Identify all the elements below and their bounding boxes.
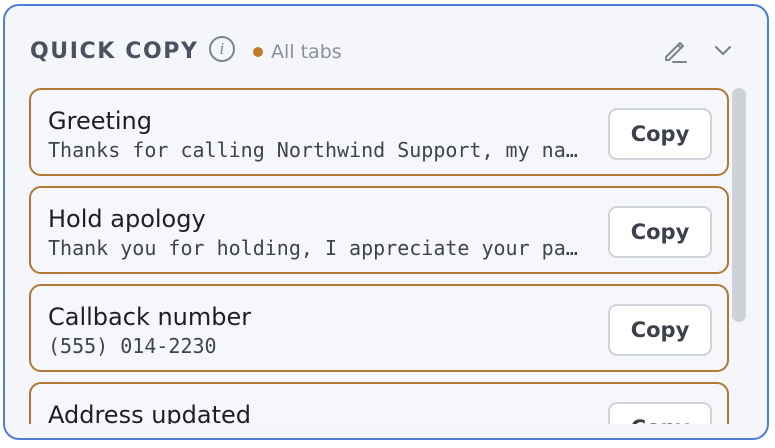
scope-indicator: All tabs — [253, 39, 342, 65]
snippet-preview: Thank you for holding, I appreciate your… — [48, 236, 586, 260]
scope-label: All tabs — [271, 41, 342, 63]
snippet-title: Hold apology — [48, 205, 206, 233]
snippet-item-greeting[interactable]: Greeting Thanks for calling Northwind Su… — [29, 88, 729, 176]
snippet-title: Greeting — [48, 107, 152, 135]
list-scrollbar[interactable] — [732, 88, 746, 322]
snippet-title: Callback number — [48, 303, 252, 331]
quick-copy-panel: QUICK COPY i All tabs Greeting Thanks fo… — [3, 4, 769, 440]
snippet-preview: (555) 014-2230 — [48, 334, 217, 358]
snippet-item-hold-apology[interactable]: Hold apology Thank you for holding, I ap… — [29, 186, 729, 274]
snippet-list: Greeting Thanks for calling Northwind Su… — [5, 88, 735, 424]
snippet-preview: Thanks for calling Northwind Support, my… — [48, 138, 586, 162]
copy-button[interactable]: Copy — [608, 304, 712, 356]
copy-button[interactable]: Copy — [608, 206, 712, 258]
copy-button[interactable]: Copy — [608, 402, 712, 424]
chevron-down-icon[interactable] — [711, 38, 735, 62]
snippet-item-callback-number[interactable]: Callback number (555) 014-2230 Copy — [29, 284, 729, 372]
pencil-icon[interactable] — [661, 36, 689, 64]
snippet-item-address-updated[interactable]: Address updated Copy — [29, 382, 729, 424]
copy-button[interactable]: Copy — [608, 108, 712, 160]
panel-title: QUICK COPY — [30, 39, 199, 64]
info-icon[interactable]: i — [209, 36, 235, 62]
scope-status-dot — [253, 47, 263, 57]
snippet-title: Address updated — [48, 401, 252, 424]
panel-header: QUICK COPY i All tabs — [5, 6, 767, 88]
